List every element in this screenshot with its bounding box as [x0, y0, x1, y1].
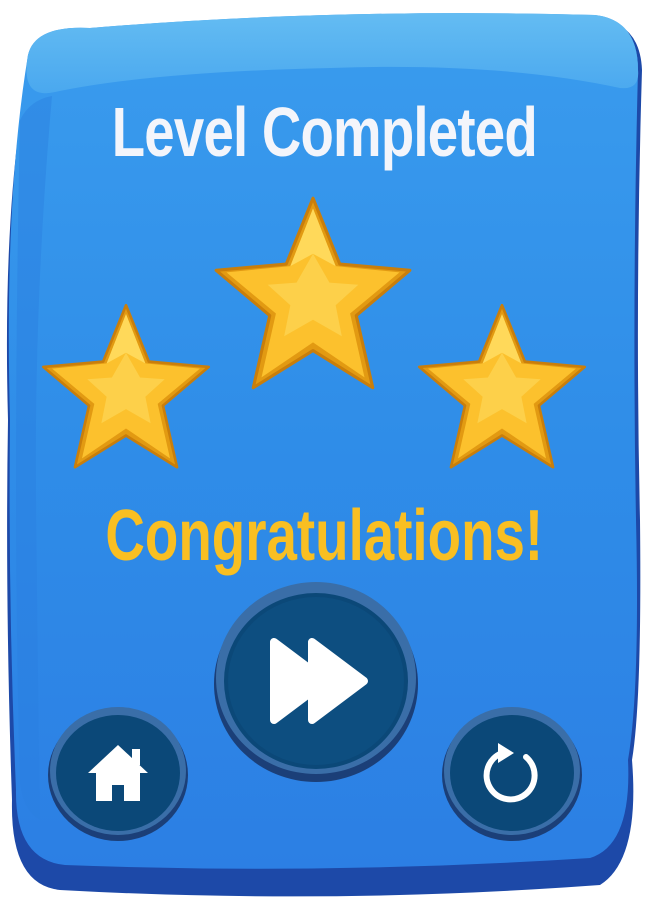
level-completed-title: Level Completed	[111, 93, 538, 171]
next-level-button[interactable]	[212, 578, 420, 784]
star-center-icon	[214, 196, 412, 390]
congratulations-message: Congratulations!	[105, 496, 544, 576]
star-right-icon	[417, 303, 587, 469]
home-button[interactable]	[46, 703, 190, 843]
level-complete-screen: Level Completed Congratulations!	[0, 0, 650, 907]
restart-button[interactable]	[440, 703, 584, 843]
star-left-icon	[41, 303, 211, 469]
